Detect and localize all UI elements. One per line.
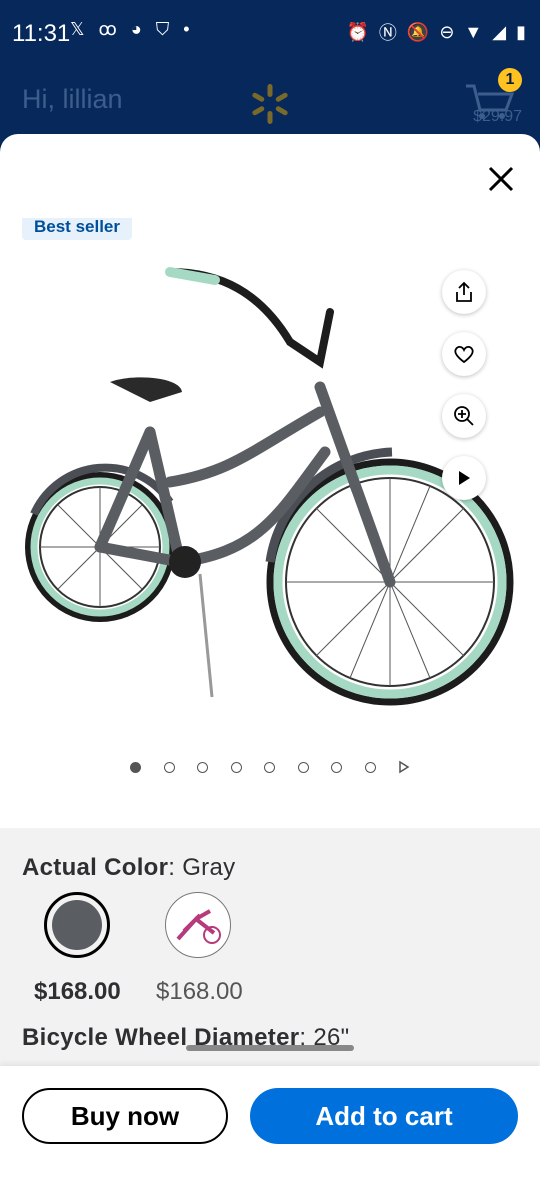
bottom-action-bar: Buy now Add to cart	[0, 1066, 540, 1200]
carousel-next-icon[interactable]	[398, 760, 410, 774]
product-image[interactable]	[20, 252, 520, 732]
product-sheet: Best seller Actual Color: Gray $168.00 $…	[0, 134, 540, 1200]
notification-icons: 𝕏 ꝏ ◕ ⛉ •	[70, 19, 190, 40]
zoom-icon	[454, 406, 474, 426]
carousel-dot[interactable]	[365, 762, 376, 773]
clock: 11:31	[12, 20, 71, 47]
share-icon	[456, 281, 472, 302]
image-carousel-indicator	[0, 758, 540, 778]
carousel-dot[interactable]	[264, 762, 275, 773]
wifi-icon: ▼	[464, 21, 483, 42]
status-bar: 11:31 𝕏 ꝏ ◕ ⛉ • ⏰ Ⓝ 🔕 ⊖ ▼ ◢ ▮	[0, 0, 540, 64]
alarm-icon: ⏰	[346, 21, 369, 42]
add-to-cart-button[interactable]: Add to cart	[250, 1088, 518, 1144]
carousel-dot[interactable]	[197, 762, 208, 773]
battery-icon: ▮	[516, 21, 526, 42]
color-swatch-pink[interactable]	[165, 892, 231, 958]
home-indicator[interactable]	[186, 1045, 354, 1051]
carousel-dot[interactable]	[331, 762, 342, 773]
share-button[interactable]	[442, 270, 486, 314]
greeting-text: Hi, lillian	[22, 84, 123, 114]
x-icon: 𝕏	[70, 19, 85, 39]
dnd-icon: ⊖	[439, 21, 455, 42]
carousel-dot[interactable]	[231, 762, 242, 773]
video-button[interactable]	[442, 456, 486, 500]
zoom-button[interactable]	[442, 394, 486, 438]
color-selection-label: Actual Color: Gray	[22, 854, 236, 881]
signal-icon: ◢	[492, 21, 507, 42]
best-seller-badge: Best seller	[22, 218, 132, 240]
variant-panel: Actual Color: Gray $168.00 $168.00 Bicyc…	[0, 828, 540, 1078]
voicemail-icon: ꝏ	[98, 19, 117, 39]
buy-now-button[interactable]: Buy now	[22, 1088, 228, 1144]
color-value: Gray	[182, 854, 236, 881]
pink-bike-thumbnail	[176, 909, 221, 944]
color-swatch-gray[interactable]	[44, 892, 110, 958]
carousel-dot[interactable]	[130, 762, 141, 773]
carousel-dot[interactable]	[164, 762, 175, 773]
variant-price-gray: $168.00	[34, 978, 121, 1005]
app-icon: ◕	[130, 19, 142, 39]
system-icons: ⏰ Ⓝ 🔕 ⊖ ▼ ◢ ▮	[346, 19, 526, 45]
dot-icon: •	[183, 19, 190, 39]
carousel-dot[interactable]	[298, 762, 309, 773]
variant-price-pink: $168.00	[156, 978, 243, 1005]
nfc-icon: Ⓝ	[378, 23, 397, 43]
cart-total: $29.97	[473, 108, 522, 125]
walmart-spark-icon[interactable]	[250, 82, 290, 126]
favorite-button[interactable]	[442, 332, 486, 376]
shield-icon: ⛉	[155, 19, 170, 39]
play-icon	[459, 471, 470, 485]
cart-count-badge: 1	[498, 68, 522, 92]
heart-icon	[454, 345, 474, 364]
mute-icon: 🔕	[406, 21, 430, 42]
close-icon[interactable]	[484, 162, 518, 196]
color-label: Actual Color	[22, 854, 169, 881]
